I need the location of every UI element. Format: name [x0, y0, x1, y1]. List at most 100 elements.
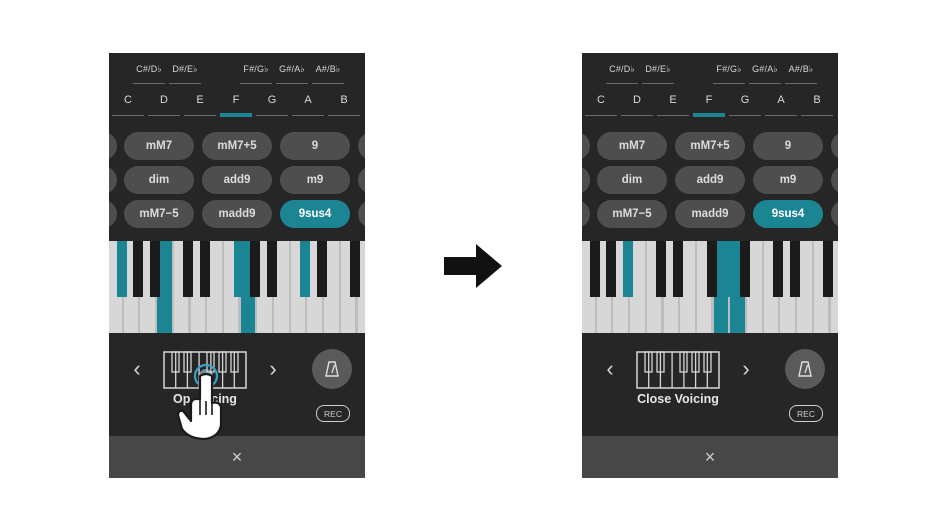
note-tab-f[interactable]: F — [218, 94, 254, 106]
piano-keyboard[interactable] — [109, 241, 365, 333]
chord-chip-partial[interactable] — [582, 166, 590, 194]
chord-chip-partial[interactable] — [358, 200, 365, 228]
chord-chip-9sus4[interactable]: 9sus4 — [753, 200, 823, 228]
chord-chip-add9[interactable]: add9 — [675, 166, 745, 194]
chord-chip-mm7-aug5[interactable]: mM7+5 — [675, 132, 745, 160]
note-tab-f-sharp[interactable]: F#/G♭ — [237, 64, 275, 75]
black-key-gb[interactable] — [116, 241, 127, 297]
chord-chip-mm7[interactable]: mM7 — [597, 132, 667, 160]
black-key-db[interactable] — [656, 241, 667, 297]
chord-chip-partial[interactable] — [109, 200, 117, 228]
tab-underline — [585, 115, 617, 116]
note-tab-a-sharp[interactable]: A#/B♭ — [782, 64, 820, 75]
chord-chip-9sus4[interactable]: 9sus4 — [280, 200, 350, 228]
black-key-bb[interactable] — [623, 241, 633, 297]
phone-screen-before: C#/D♭ D#/E♭ F#/G♭ G#/A♭ A#/B♭ C D E F G … — [109, 53, 365, 478]
piano-keys-icon[interactable] — [636, 351, 720, 389]
black-key-bb[interactable] — [266, 241, 277, 297]
black-key-gb[interactable] — [589, 241, 600, 297]
chord-chip-partial[interactable] — [582, 132, 590, 160]
note-tab-g[interactable]: G — [254, 94, 290, 106]
note-tab-e[interactable]: E — [182, 94, 218, 106]
black-key-bb[interactable] — [150, 241, 160, 297]
black-key-gb[interactable] — [233, 241, 244, 297]
chord-chip-partial[interactable] — [109, 166, 117, 194]
black-key-eb[interactable] — [790, 241, 800, 297]
chord-chip-mm7-aug5[interactable]: mM7+5 — [202, 132, 272, 160]
black-key-gb[interactable] — [823, 241, 834, 297]
chord-chip-m9[interactable]: m9 — [280, 166, 350, 194]
chord-chip-9[interactable]: 9 — [280, 132, 350, 160]
chord-chip-add9[interactable]: add9 — [202, 166, 272, 194]
tab-underline — [292, 115, 324, 116]
note-tab-f[interactable]: F — [691, 94, 727, 106]
tab-underline — [112, 115, 144, 116]
note-tab-g-sharp[interactable]: G#/A♭ — [746, 64, 784, 75]
note-tab-a[interactable]: A — [290, 94, 326, 106]
chord-chip-mm7[interactable]: mM7 — [124, 132, 194, 160]
chord-chip-madd9[interactable]: madd9 — [675, 200, 745, 228]
black-key-eb[interactable] — [317, 241, 327, 297]
chord-chip-partial[interactable] — [358, 132, 365, 160]
black-key-eb[interactable] — [200, 241, 211, 297]
note-tab-c[interactable]: C — [583, 94, 619, 106]
note-tab-g[interactable]: G — [727, 94, 763, 106]
black-key-bb[interactable] — [739, 241, 750, 297]
black-key-db[interactable] — [183, 241, 194, 297]
rec-button[interactable]: REC — [316, 405, 350, 422]
note-tab-a[interactable]: A — [763, 94, 799, 106]
note-tab-f-sharp[interactable]: F#/G♭ — [710, 64, 748, 75]
black-key-eb[interactable] — [673, 241, 684, 297]
metronome-button[interactable] — [785, 349, 825, 389]
chord-chip-mm7-b5[interactable]: mM7−5 — [597, 200, 667, 228]
note-tab-c[interactable]: C — [110, 94, 146, 106]
note-tab-d[interactable]: D — [146, 94, 182, 106]
tab-underline — [765, 115, 797, 116]
prev-voicing-button[interactable]: ‹ — [127, 354, 147, 384]
next-voicing-button[interactable]: › — [263, 354, 283, 384]
close-bar[interactable]: × — [109, 436, 365, 478]
chord-chip-partial[interactable] — [582, 200, 590, 228]
note-tab-d-sharp[interactable]: D#/E♭ — [639, 64, 677, 75]
black-key-gb[interactable] — [350, 241, 361, 297]
metronome-button[interactable] — [312, 349, 352, 389]
black-key-gb[interactable] — [706, 241, 717, 297]
prev-voicing-button[interactable]: ‹ — [600, 354, 620, 384]
black-key-ab[interactable] — [723, 241, 734, 297]
next-voicing-button[interactable]: › — [736, 354, 756, 384]
note-tab-a-sharp[interactable]: A#/B♭ — [309, 64, 347, 75]
note-tab-d[interactable]: D — [619, 94, 655, 106]
chord-chip-partial[interactable] — [831, 200, 838, 228]
chord-chip-partial[interactable] — [358, 166, 365, 194]
phone-screen-after: C#/D♭ D#/E♭ F#/G♭ G#/A♭ A#/B♭ C D E F G … — [582, 53, 838, 478]
black-key-ab[interactable] — [606, 241, 617, 297]
note-tab-g-sharp[interactable]: G#/A♭ — [273, 64, 311, 75]
close-icon[interactable]: × — [232, 447, 243, 468]
note-tab-b[interactable]: B — [326, 94, 362, 106]
tab-underline — [256, 115, 288, 116]
chord-chip-dim[interactable]: dim — [124, 166, 194, 194]
chord-chip-mm7-b5[interactable]: mM7−5 — [124, 200, 194, 228]
note-tab-c-sharp[interactable]: C#/D♭ — [603, 64, 641, 75]
black-key-ab[interactable] — [250, 241, 261, 297]
note-tab-d-sharp[interactable]: D#/E♭ — [166, 64, 204, 75]
close-bar[interactable]: × — [582, 436, 838, 478]
chord-chip-partial[interactable] — [831, 132, 838, 160]
piano-keyboard[interactable] — [582, 241, 838, 333]
rec-button[interactable]: REC — [789, 405, 823, 422]
metronome-icon — [798, 361, 812, 377]
black-key-ab[interactable] — [133, 241, 144, 297]
black-key-db[interactable] — [300, 241, 311, 297]
black-key-db[interactable] — [773, 241, 784, 297]
note-tab-c-sharp[interactable]: C#/D♭ — [130, 64, 168, 75]
tab-underline — [785, 83, 817, 84]
note-tab-e[interactable]: E — [655, 94, 691, 106]
chord-chip-dim[interactable]: dim — [597, 166, 667, 194]
note-tab-b[interactable]: B — [799, 94, 835, 106]
chord-chip-partial[interactable] — [831, 166, 838, 194]
close-icon[interactable]: × — [705, 447, 716, 468]
chord-chip-partial[interactable] — [109, 132, 117, 160]
chord-chip-madd9[interactable]: madd9 — [202, 200, 272, 228]
chord-chip-9[interactable]: 9 — [753, 132, 823, 160]
chord-chip-m9[interactable]: m9 — [753, 166, 823, 194]
